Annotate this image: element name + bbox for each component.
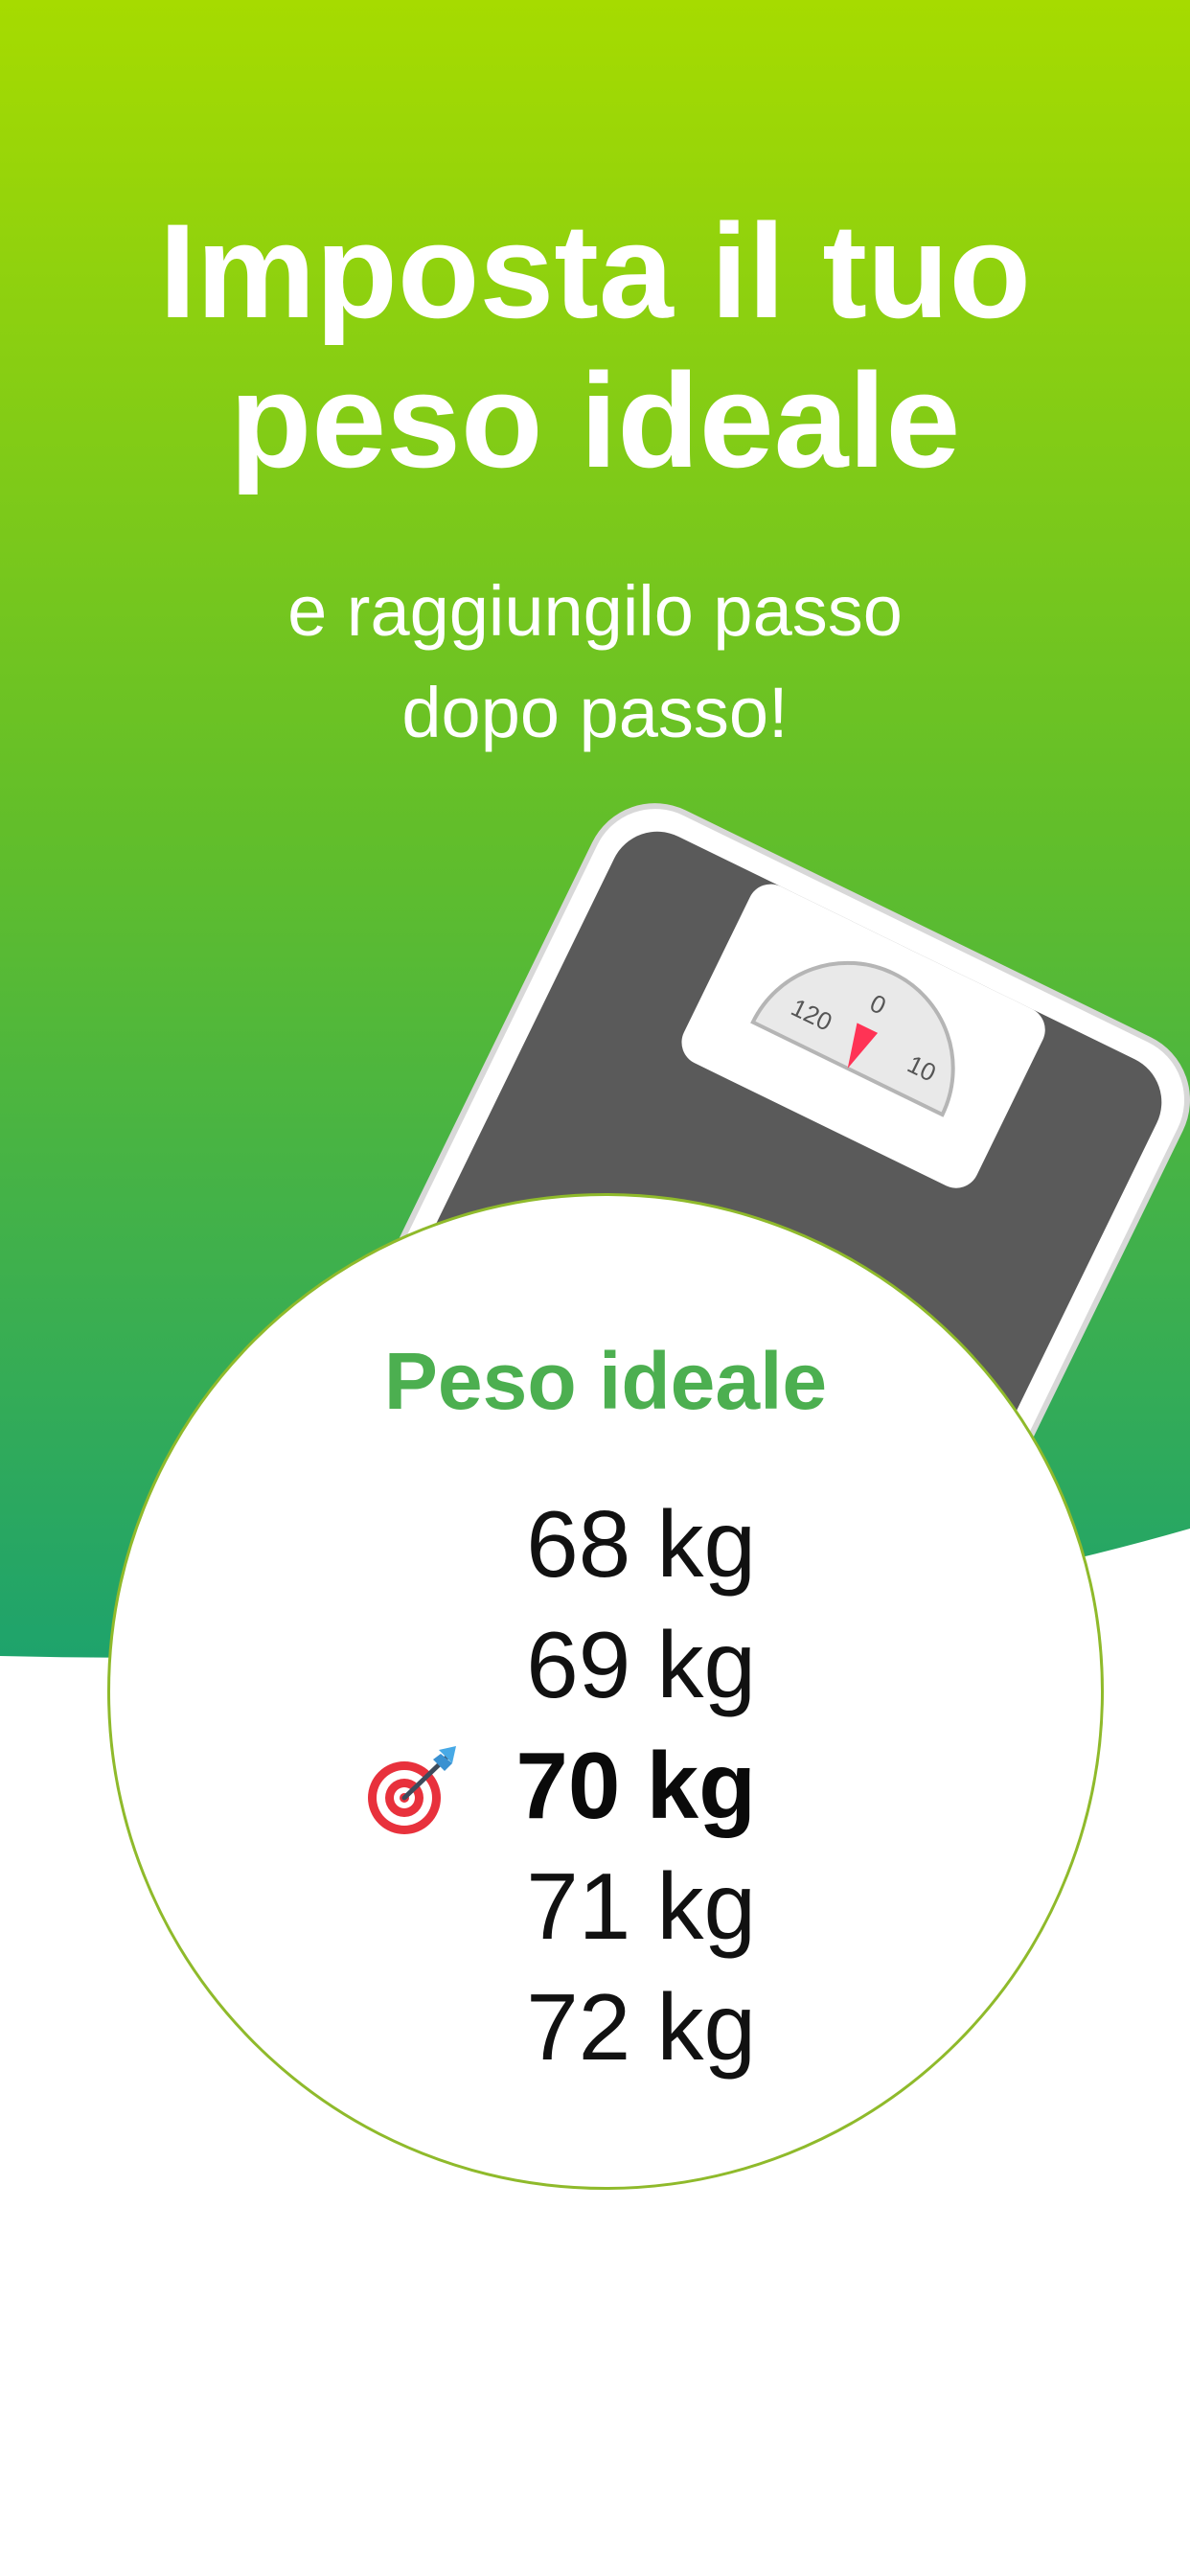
weight-option-selected[interactable]: 70 kg [110,1725,1101,1846]
ideal-weight-picker[interactable]: Peso ideale 68 kg 69 kg 70 kg 71 kg 72 k… [107,1193,1104,2190]
weight-option[interactable]: 69 kg [110,1604,1101,1725]
weight-option[interactable]: 68 kg [110,1484,1101,1604]
weight-option-label: 71 kg [526,1853,756,1959]
page-title-line-1: Imposta il tuo [159,196,1031,346]
weight-options-list[interactable]: 68 kg 69 kg 70 kg 71 kg 72 kg [110,1484,1101,2087]
target-dart-icon [368,1746,456,1834]
page-subtitle: e raggiungilo passo dopo passo! [0,561,1190,764]
weight-option-label: 72 kg [526,1974,756,2080]
weight-option[interactable]: 72 kg [110,1966,1101,2087]
page-title: Imposta il tuo peso ideale [0,196,1190,495]
page-title-line-2: peso ideale [229,345,961,495]
weight-option[interactable]: 71 kg [110,1846,1101,1966]
weight-option-label: 68 kg [526,1491,756,1597]
page-subtitle-line-2: dopo passo! [401,673,789,752]
weight-option-label: 69 kg [526,1612,756,1717]
picker-title: Peso ideale [383,1336,828,1426]
page-subtitle-line-1: e raggiungilo passo [287,571,903,651]
weight-option-label: 70 kg [515,1733,756,1838]
